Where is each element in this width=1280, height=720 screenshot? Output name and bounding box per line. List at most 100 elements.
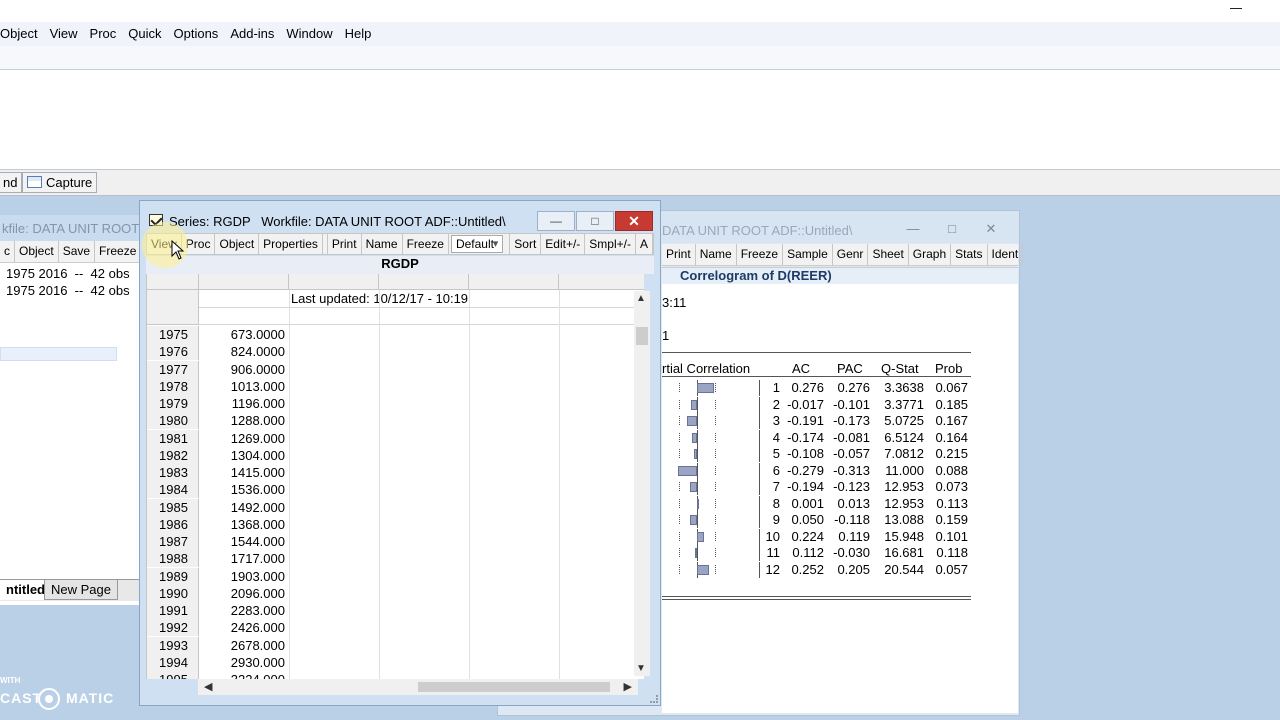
view-select[interactable]: Default (450, 235, 504, 253)
table-row[interactable]: 1992 2426.000 (147, 619, 644, 637)
table-row[interactable]: 19953224.000 (147, 671, 644, 679)
app-minimize-button[interactable] (1230, 2, 1244, 14)
cell-value[interactable]: 2426.000 (199, 619, 289, 636)
scroll-left-icon[interactable]: ◀ (204, 680, 212, 693)
cell-value[interactable]: 824.0000 (199, 343, 289, 360)
series-close-button[interactable]: ✕ (615, 211, 653, 231)
table-row[interactable]: 1983 1415.000 (147, 464, 644, 481)
cell-value[interactable]: 1196.000 (199, 395, 289, 412)
correlogram-toolbar-button-freeze[interactable]: Freeze (737, 244, 784, 265)
menu-item-help[interactable]: Help (339, 23, 378, 45)
correlogram-close-button[interactable]: ✕ (984, 222, 998, 237)
correlogram-pac: -0.030 (833, 545, 870, 560)
workfile-toolbar-button[interactable]: c (0, 241, 15, 262)
table-row[interactable]: 1987 1544.000 (147, 533, 644, 550)
table-row[interactable]: 1976 824.0000 (147, 343, 644, 361)
workfile-selected-object[interactable] (0, 347, 117, 361)
series-toolbar-button-object[interactable]: Object (215, 234, 260, 254)
command-window[interactable] (0, 70, 1280, 170)
table-row[interactable]: 1986 1368.000 (147, 515, 644, 533)
table-row[interactable]: 1981 1269.000 (147, 429, 644, 447)
series-maximize-button[interactable]: □ (576, 211, 614, 231)
cell-value[interactable]: 1903.000 (199, 568, 289, 585)
capture-tab[interactable]: Capture (22, 172, 98, 193)
table-row[interactable]: 1982 1304.000 (147, 446, 644, 464)
menu-item-view[interactable]: View (44, 23, 84, 45)
cell-value[interactable]: 1288.000 (199, 412, 289, 429)
pac-axis (697, 446, 698, 462)
cell-value[interactable]: 673.0000 (199, 326, 289, 343)
table-row[interactable]: 1993 2678.000 (147, 636, 644, 654)
series-toolbar-button-smpl[interactable]: Smpl+/- (585, 234, 636, 254)
table-row[interactable]: 1975 673.0000 (147, 326, 644, 343)
table-row[interactable]: 1984 1536.000 (147, 481, 644, 499)
series-toolbar-button-sort[interactable]: Sort (509, 234, 542, 254)
cell-value[interactable]: 1544.000 (199, 533, 289, 550)
series-toolbar-button-print[interactable]: Print (326, 234, 362, 254)
vertical-scrollbar[interactable]: ▲ ▼ (634, 291, 650, 676)
command-tab[interactable]: nd (0, 172, 23, 193)
table-row[interactable]: 1978 1013.000 (147, 377, 644, 395)
table-row[interactable]: 1979 1196.000 (147, 395, 644, 412)
table-row[interactable]: 1985 1492.000 (147, 498, 644, 516)
table-row[interactable]: 1990 2096.000 (147, 584, 644, 602)
series-toolbar-button-name[interactable]: Name (362, 234, 403, 254)
cell-value[interactable]: 1415.000 (199, 464, 289, 481)
table-row[interactable]: 1991 2283.000 (147, 602, 644, 619)
resize-grip-icon[interactable] (650, 695, 658, 703)
series-toolbar-button-freeze[interactable]: Freeze (403, 234, 449, 254)
cell-value[interactable]: 1368.000 (199, 516, 289, 533)
spreadsheet-grid[interactable]: Last updated: 10/12/17 - 10:19 1975 673.0… (146, 274, 644, 679)
workfile-toolbar-button[interactable]: Save (59, 241, 96, 262)
workfile-toolbar-button[interactable]: Object (15, 241, 59, 262)
correlogram-toolbar-button-name[interactable]: Name (696, 244, 737, 265)
correlogram-toolbar-button-graph[interactable]: Graph (909, 244, 952, 265)
cell-value[interactable]: 3224.000 (199, 671, 289, 679)
scroll-up-icon[interactable]: ▲ (636, 293, 646, 304)
row-label-year: 1976 (147, 343, 199, 361)
page-tab-new-page[interactable]: New Page (44, 580, 118, 600)
cell-value[interactable]: 2930.000 (199, 654, 289, 671)
series-toolbar-button-edit[interactable]: Edit+/- (541, 234, 586, 254)
menu-item-options[interactable]: Options (168, 23, 225, 45)
series-toolbar-button-properties[interactable]: Properties (259, 234, 323, 254)
correlogram-toolbar-button-ident[interactable]: Ident (988, 244, 1024, 265)
table-row[interactable]: 1988 1717.000 (147, 550, 644, 568)
cell-value[interactable]: 1717.000 (199, 550, 289, 567)
scroll-right-icon[interactable]: ▶ (624, 680, 632, 693)
table-row[interactable]: 1977 906.0000 (147, 360, 644, 378)
table-row[interactable]: 1994 2930.000 (147, 653, 644, 671)
table-row[interactable]: 1980 1288.000 (147, 412, 644, 430)
series-titlebar[interactable]: Series: RGDP Workfile: DATA UNIT ROOT AD… (140, 201, 660, 231)
correlogram-toolbar-button-stats[interactable]: Stats (951, 244, 988, 265)
scroll-thumb[interactable] (636, 327, 648, 345)
correlogram-toolbar-button-sheet[interactable]: Sheet (868, 244, 909, 265)
correlogram-minimize-button[interactable]: — (906, 222, 920, 237)
scroll-thumb[interactable] (418, 682, 610, 692)
cell-value[interactable]: 1536.000 (199, 481, 289, 498)
scroll-down-icon[interactable]: ▼ (636, 663, 646, 674)
cell-value[interactable]: 906.0000 (199, 361, 289, 378)
correlogram-toolbar-button-sample[interactable]: Sample (783, 244, 833, 265)
workfile-titlebar[interactable]: kfile: DATA UNIT ROOT A (0, 215, 142, 241)
menu-item-addins[interactable]: Add-ins (224, 23, 280, 45)
cell-value[interactable]: 2283.000 (199, 602, 289, 619)
cell-value[interactable]: 2096.000 (199, 585, 289, 602)
correlogram-toolbar-button-print[interactable]: Print (662, 244, 696, 265)
table-row[interactable]: 1989 1903.000 (147, 567, 644, 585)
menu-item-object[interactable]: Object (0, 23, 44, 45)
cell-value[interactable]: 1304.000 (199, 447, 289, 464)
correlogram-toolbar-button-genr[interactable]: Genr (833, 244, 869, 265)
horizontal-scrollbar[interactable]: ◀ ▶ (198, 679, 638, 695)
cell-value[interactable]: 1492.000 (199, 499, 289, 516)
series-minimize-button[interactable]: — (537, 211, 575, 231)
workfile-toolbar-button[interactable]: Freeze (95, 241, 142, 262)
menu-item-quick[interactable]: Quick (122, 23, 167, 45)
menu-item-window[interactable]: Window (280, 23, 338, 45)
cell-value[interactable]: 2678.000 (199, 637, 289, 654)
menu-item-proc[interactable]: Proc (84, 23, 123, 45)
cell-value[interactable]: 1269.000 (199, 430, 289, 447)
cell-value[interactable]: 1013.000 (199, 378, 289, 395)
correlogram-maximize-button[interactable]: □ (945, 222, 959, 237)
series-toolbar-button-a[interactable]: A (636, 234, 653, 254)
